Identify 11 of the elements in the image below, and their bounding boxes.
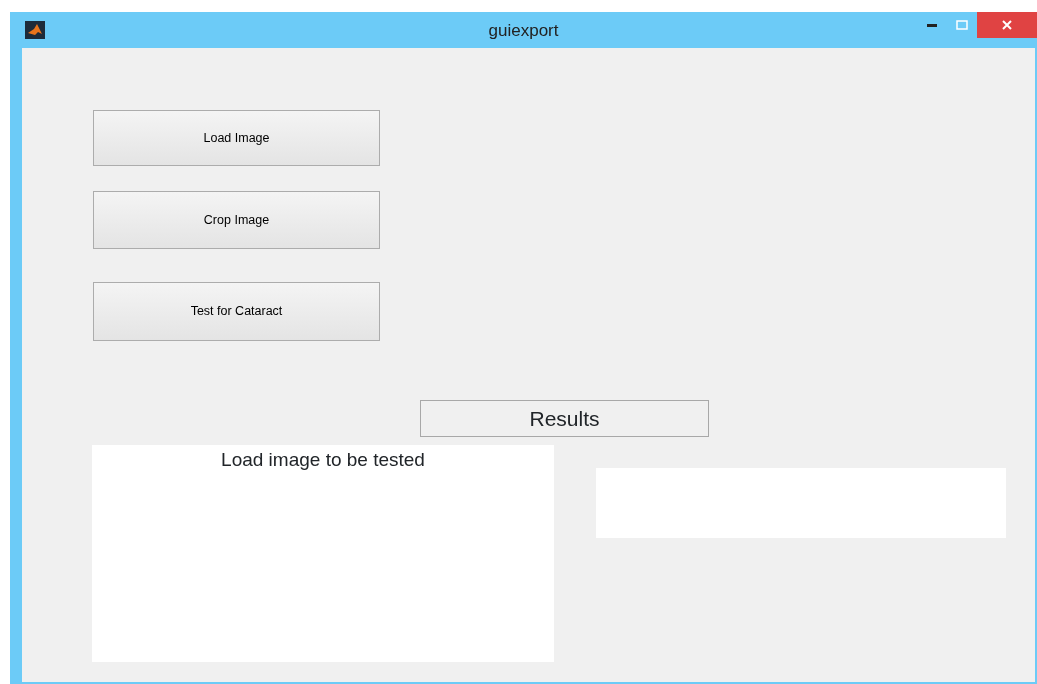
- results-label: Results: [420, 400, 709, 437]
- action-button[interactable]: Test for Cataract: [93, 282, 380, 341]
- close-icon: [1002, 20, 1012, 30]
- minimize-icon: [927, 23, 937, 27]
- close-button[interactable]: [977, 12, 1037, 38]
- maximize-icon: [956, 20, 968, 30]
- app-icon: [25, 21, 45, 39]
- action-button[interactable]: Load Image: [93, 110, 380, 166]
- action-button[interactable]: Crop Image: [93, 191, 380, 249]
- panel-text: Load image to be tested: [221, 449, 425, 470]
- window-title: guiexport: [488, 20, 559, 43]
